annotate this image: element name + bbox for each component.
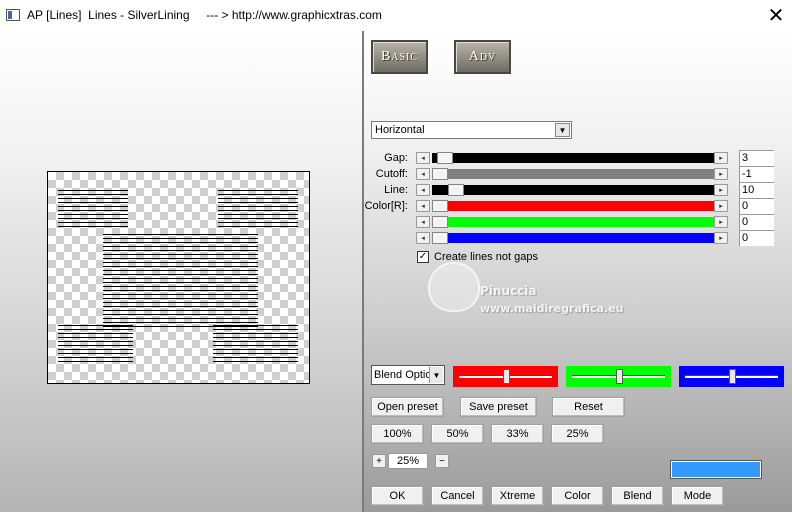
blend-options-value: Blend Options (374, 369, 430, 381)
slider-left-arrow-icon[interactable]: ◂ (416, 184, 430, 196)
slider-thumb[interactable] (437, 152, 454, 164)
color-swatch[interactable] (671, 461, 761, 478)
blend-options-select[interactable]: Blend Options ▼ (371, 365, 445, 385)
slider-track[interactable] (432, 233, 714, 243)
preview-lines-top-right (218, 190, 298, 228)
slider-left-arrow-icon[interactable]: ◂ (416, 152, 430, 164)
slider-track[interactable] (432, 217, 714, 227)
slider-right-arrow-icon[interactable]: ▸ (714, 232, 728, 244)
slider-left-arrow-icon[interactable]: ◂ (416, 232, 430, 244)
watermark-url: www.maidiregrafica.eu (480, 302, 624, 315)
slider-value-field[interactable]: 0 (739, 230, 774, 246)
slider-track[interactable] (432, 169, 714, 179)
title-bar: AP [Lines] Lines - SilverLining --- > ht… (0, 0, 792, 31)
chevron-down-icon[interactable]: ▼ (429, 367, 443, 383)
slider-right-arrow-icon[interactable]: ▸ (714, 200, 728, 212)
slider-thumb[interactable] (432, 200, 448, 212)
slider-value-field[interactable]: 10 (739, 182, 774, 198)
tab-basic[interactable]: Basic (371, 40, 428, 74)
open-preset-button[interactable]: Open preset (371, 397, 444, 417)
close-button[interactable]: ✕ (762, 2, 790, 28)
slider-value-field[interactable]: 3 (739, 150, 774, 166)
watermark-name: Pinuccia (480, 284, 537, 298)
slider-label: Gap: (384, 152, 408, 164)
zoom-33-button[interactable]: 33% (491, 424, 544, 444)
chevron-down-icon[interactable]: ▼ (555, 123, 570, 137)
create-lines-label: Create lines not gaps (434, 251, 538, 263)
zoom-25-button[interactable]: 25% (551, 424, 604, 444)
slider-label: Color[R]: (364, 200, 408, 212)
zoom-in-button[interactable]: + (372, 454, 386, 468)
slider-left-arrow-icon[interactable]: ◂ (416, 200, 430, 212)
slider-right-arrow-icon[interactable]: ▸ (714, 184, 728, 196)
preview-lines-bottom-right (213, 325, 298, 363)
slider-value-field[interactable]: -1 (739, 166, 774, 182)
mode-select[interactable]: Horizontal ▼ (371, 121, 572, 139)
blend-slider-knob[interactable] (615, 369, 623, 384)
slider-label: Cutoff: (375, 168, 408, 180)
slider-value-field[interactable]: 0 (739, 198, 774, 214)
preview-lines-center (103, 234, 258, 329)
zoom-100-button[interactable]: 100% (371, 424, 424, 444)
mode-select-value: Horizontal (375, 124, 425, 136)
watermark-logo-icon (428, 262, 480, 312)
slider-right-arrow-icon[interactable]: ▸ (714, 216, 728, 228)
slider-left-arrow-icon[interactable]: ◂ (416, 168, 430, 180)
save-preset-button[interactable]: Save preset (460, 397, 537, 417)
preview-lines-bottom-left (58, 325, 133, 363)
window-title: AP [Lines] Lines - SilverLining --- > ht… (27, 8, 382, 22)
preview-lines-top-left (58, 190, 128, 228)
slider-track[interactable] (432, 185, 714, 195)
zoom-value: 25% (388, 453, 428, 469)
slider-label: Line: (384, 184, 408, 196)
slider-thumb[interactable] (432, 168, 448, 180)
zoom-out-button[interactable]: − (435, 454, 449, 468)
slider-right-arrow-icon[interactable]: ▸ (714, 152, 728, 164)
slider-track[interactable] (432, 153, 714, 163)
blend-slider-knob[interactable] (502, 369, 510, 384)
app-icon (6, 9, 20, 21)
slider-thumb[interactable] (432, 232, 448, 244)
create-lines-checkbox[interactable]: ✓ (417, 251, 429, 263)
preview-canvas[interactable] (47, 171, 310, 384)
xtreme-button[interactable]: Xtreme (491, 486, 544, 506)
slider-left-arrow-icon[interactable]: ◂ (416, 216, 430, 228)
ok-button[interactable]: OK (371, 486, 424, 506)
color-button[interactable]: Color (551, 486, 604, 506)
blend-slider-knob[interactable] (728, 369, 736, 384)
mode-button[interactable]: Mode (671, 486, 724, 506)
slider-right-arrow-icon[interactable]: ▸ (714, 168, 728, 180)
blend-color-slider[interactable] (679, 366, 784, 387)
blend-color-slider[interactable] (453, 366, 558, 387)
reset-button[interactable]: Reset (552, 397, 625, 417)
zoom-50-button[interactable]: 50% (431, 424, 484, 444)
tab-adv[interactable]: Adv (454, 40, 511, 74)
cancel-button[interactable]: Cancel (431, 486, 484, 506)
slider-track[interactable] (432, 201, 714, 211)
blend-button[interactable]: Blend (611, 486, 664, 506)
slider-thumb[interactable] (432, 216, 448, 228)
slider-value-field[interactable]: 0 (739, 214, 774, 230)
slider-thumb[interactable] (447, 184, 464, 196)
blend-color-slider[interactable] (566, 366, 671, 387)
